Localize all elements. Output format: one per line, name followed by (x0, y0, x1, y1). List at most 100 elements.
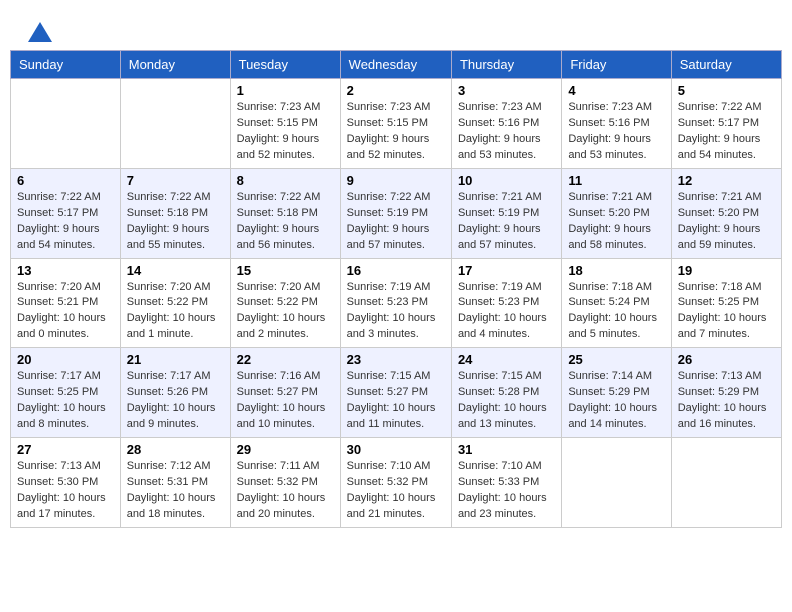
day-number: 17 (458, 263, 555, 278)
day-info: Sunrise: 7:17 AMSunset: 5:26 PMDaylight:… (127, 369, 224, 433)
day-number: 14 (127, 263, 224, 278)
calendar-day-cell: 24 Sunrise: 7:15 AMSunset: 5:28 PMDayligh… (451, 348, 561, 438)
calendar-day-cell: 4 Sunrise: 7:23 AMSunset: 5:16 PMDaylight… (562, 79, 671, 169)
day-info: Sunrise: 7:13 AMSunset: 5:29 PMDaylight:… (678, 369, 775, 433)
calendar-day-cell: 22 Sunrise: 7:16 AMSunset: 5:27 PMDayligh… (230, 348, 340, 438)
day-number: 6 (17, 173, 114, 188)
calendar-table: SundayMondayTuesdayWednesdayThursdayFrid… (10, 50, 782, 528)
day-info: Sunrise: 7:23 AMSunset: 5:15 PMDaylight:… (347, 100, 445, 164)
calendar-day-cell: 19 Sunrise: 7:18 AMSunset: 5:25 PMDayligh… (671, 258, 781, 348)
day-info: Sunrise: 7:11 AMSunset: 5:32 PMDaylight:… (237, 459, 334, 523)
day-info: Sunrise: 7:10 AMSunset: 5:33 PMDaylight:… (458, 459, 555, 523)
calendar-header-monday: Monday (120, 51, 230, 79)
logo (25, 20, 56, 40)
day-number: 11 (568, 173, 664, 188)
day-number: 7 (127, 173, 224, 188)
calendar-day-cell: 31 Sunrise: 7:10 AMSunset: 5:33 PMDayligh… (451, 438, 561, 528)
day-info: Sunrise: 7:13 AMSunset: 5:30 PMDaylight:… (17, 459, 114, 523)
calendar-day-cell: 18Sunrise: 7:18 AMSunset: 5:24 PMDayligh… (562, 258, 671, 348)
day-info: Sunrise: 7:14 AMSunset: 5:29 PMDaylight:… (568, 369, 664, 433)
calendar-day-cell (562, 438, 671, 528)
calendar-week-row: 20Sunrise: 7:17 AMSunset: 5:25 PMDayligh… (11, 348, 782, 438)
calendar-week-row: 13 Sunrise: 7:20 AMSunset: 5:21 PMDayligh… (11, 258, 782, 348)
calendar-day-cell: 8 Sunrise: 7:22 AMSunset: 5:18 PMDaylight… (230, 168, 340, 258)
calendar-header-saturday: Saturday (671, 51, 781, 79)
calendar-day-cell: 1Sunrise: 7:23 AMSunset: 5:15 PMDaylight… (230, 79, 340, 169)
day-info: Sunrise: 7:15 AMSunset: 5:27 PMDaylight:… (347, 369, 445, 433)
day-number: 30 (347, 442, 445, 457)
day-number: 5 (678, 83, 775, 98)
day-info: Sunrise: 7:22 AMSunset: 5:19 PMDaylight:… (347, 190, 445, 254)
day-info: Sunrise: 7:10 AMSunset: 5:32 PMDaylight:… (347, 459, 445, 523)
calendar-day-cell: 9 Sunrise: 7:22 AMSunset: 5:19 PMDaylight… (340, 168, 451, 258)
calendar-day-cell: 27 Sunrise: 7:13 AMSunset: 5:30 PMDayligh… (11, 438, 121, 528)
calendar-day-cell: 16Sunrise: 7:19 AMSunset: 5:23 PMDayligh… (340, 258, 451, 348)
day-number: 2 (347, 83, 445, 98)
day-info: Sunrise: 7:16 AMSunset: 5:27 PMDaylight:… (237, 369, 334, 433)
day-number: 28 (127, 442, 224, 457)
day-number: 12 (678, 173, 775, 188)
day-number: 26 (678, 352, 775, 367)
day-info: Sunrise: 7:22 AMSunset: 5:17 PMDaylight:… (17, 190, 114, 254)
day-info: Sunrise: 7:20 AMSunset: 5:21 PMDaylight:… (17, 280, 114, 344)
calendar-day-cell: 17 Sunrise: 7:19 AMSunset: 5:23 PMDayligh… (451, 258, 561, 348)
day-number: 31 (458, 442, 555, 457)
calendar-day-cell: 14 Sunrise: 7:20 AMSunset: 5:22 PMDayligh… (120, 258, 230, 348)
calendar-day-cell: 29 Sunrise: 7:11 AMSunset: 5:32 PMDayligh… (230, 438, 340, 528)
day-info: Sunrise: 7:19 AMSunset: 5:23 PMDaylight:… (458, 280, 555, 344)
day-number: 29 (237, 442, 334, 457)
day-number: 9 (347, 173, 445, 188)
day-info: Sunrise: 7:23 AMSunset: 5:16 PMDaylight:… (568, 100, 664, 164)
day-number: 25 (568, 352, 664, 367)
calendar-day-cell: 12 Sunrise: 7:21 AMSunset: 5:20 PMDayligh… (671, 168, 781, 258)
calendar-header-friday: Friday (562, 51, 671, 79)
calendar-day-cell: 28 Sunrise: 7:12 AMSunset: 5:31 PMDayligh… (120, 438, 230, 528)
calendar-day-cell: 13 Sunrise: 7:20 AMSunset: 5:21 PMDayligh… (11, 258, 121, 348)
day-number: 10 (458, 173, 555, 188)
calendar-day-cell: 11Sunrise: 7:21 AMSunset: 5:20 PMDayligh… (562, 168, 671, 258)
calendar-day-cell: 6 Sunrise: 7:22 AMSunset: 5:17 PMDaylight… (11, 168, 121, 258)
day-number: 27 (17, 442, 114, 457)
calendar-day-cell: 25 Sunrise: 7:14 AMSunset: 5:29 PMDayligh… (562, 348, 671, 438)
day-number: 18 (568, 263, 664, 278)
calendar-day-cell (671, 438, 781, 528)
day-info: Sunrise: 7:22 AMSunset: 5:17 PMDaylight:… (678, 100, 775, 164)
day-info: Sunrise: 7:21 AMSunset: 5:19 PMDaylight:… (458, 190, 555, 254)
day-number: 13 (17, 263, 114, 278)
day-info: Sunrise: 7:20 AMSunset: 5:22 PMDaylight:… (237, 280, 334, 344)
calendar-day-cell: 7Sunrise: 7:22 AMSunset: 5:18 PMDaylight… (120, 168, 230, 258)
calendar-day-cell (120, 79, 230, 169)
calendar-day-cell: 5 Sunrise: 7:22 AMSunset: 5:17 PMDaylight… (671, 79, 781, 169)
calendar-header-sunday: Sunday (11, 51, 121, 79)
day-number: 8 (237, 173, 334, 188)
day-info: Sunrise: 7:20 AMSunset: 5:22 PMDaylight:… (127, 280, 224, 344)
day-info: Sunrise: 7:12 AMSunset: 5:31 PMDaylight:… (127, 459, 224, 523)
calendar-day-cell (11, 79, 121, 169)
calendar-day-cell: 21 Sunrise: 7:17 AMSunset: 5:26 PMDayligh… (120, 348, 230, 438)
day-number: 24 (458, 352, 555, 367)
calendar-header-tuesday: Tuesday (230, 51, 340, 79)
calendar-day-cell: 23Sunrise: 7:15 AMSunset: 5:27 PMDayligh… (340, 348, 451, 438)
day-info: Sunrise: 7:21 AMSunset: 5:20 PMDaylight:… (678, 190, 775, 254)
day-number: 15 (237, 263, 334, 278)
calendar-week-row: 6 Sunrise: 7:22 AMSunset: 5:17 PMDaylight… (11, 168, 782, 258)
day-number: 1 (237, 83, 334, 98)
day-number: 3 (458, 83, 555, 98)
calendar-day-cell: 3Sunrise: 7:23 AMSunset: 5:16 PMDaylight… (451, 79, 561, 169)
calendar-day-cell: 10 Sunrise: 7:21 AMSunset: 5:19 PMDayligh… (451, 168, 561, 258)
day-number: 22 (237, 352, 334, 367)
day-number: 21 (127, 352, 224, 367)
day-info: Sunrise: 7:15 AMSunset: 5:28 PMDaylight:… (458, 369, 555, 433)
calendar-day-cell: 26 Sunrise: 7:13 AMSunset: 5:29 PMDayligh… (671, 348, 781, 438)
day-info: Sunrise: 7:19 AMSunset: 5:23 PMDaylight:… (347, 280, 445, 344)
calendar-day-cell: 2 Sunrise: 7:23 AMSunset: 5:15 PMDaylight… (340, 79, 451, 169)
day-number: 4 (568, 83, 664, 98)
day-number: 19 (678, 263, 775, 278)
calendar-day-cell: 20Sunrise: 7:17 AMSunset: 5:25 PMDayligh… (11, 348, 121, 438)
calendar-week-row: 27 Sunrise: 7:13 AMSunset: 5:30 PMDayligh… (11, 438, 782, 528)
calendar-header-wednesday: Wednesday (340, 51, 451, 79)
calendar-week-row: 1 Sunrise: 7:23 AMSunset: 5:15 PMDaylight… (11, 79, 782, 169)
day-info: Sunrise: 7:22 AMSunset: 5:18 PMDaylight:… (237, 190, 334, 254)
page-header (10, 10, 782, 45)
day-info: Sunrise: 7:18 AMSunset: 5:25 PMDaylight:… (678, 280, 775, 344)
